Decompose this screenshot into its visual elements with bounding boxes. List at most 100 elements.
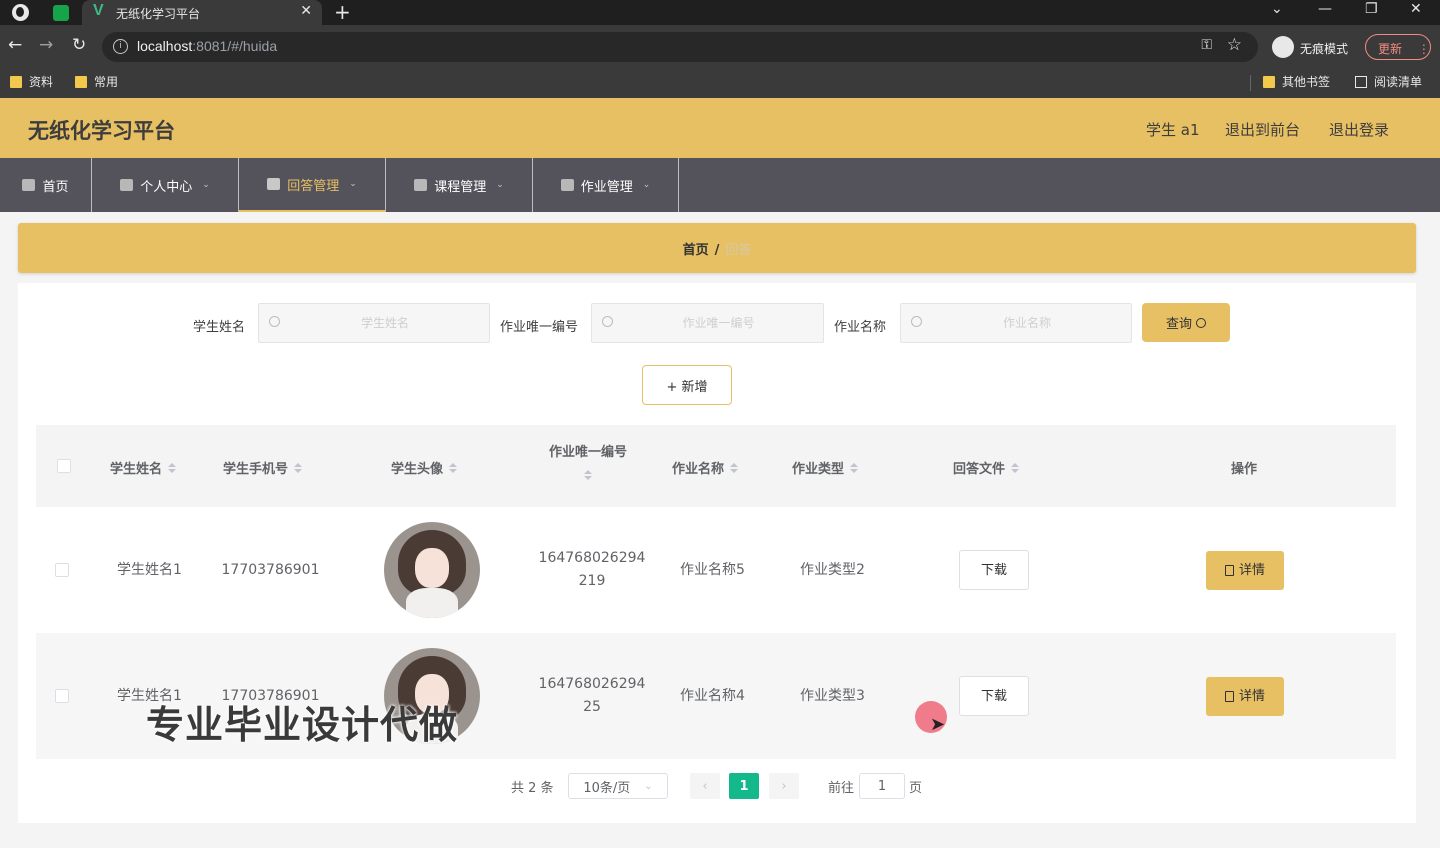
url-host: localhost — [137, 38, 193, 54]
select-all-checkbox[interactable] — [57, 459, 71, 473]
browser-tab-app[interactable] — [42, 3, 78, 25]
page-number-active[interactable]: 1 — [729, 773, 759, 799]
column-header[interactable]: 学生头像 — [391, 458, 458, 477]
column-header[interactable]: 作业类型 — [792, 458, 859, 477]
column-header[interactable]: 学生手机号 — [223, 458, 303, 477]
update-button[interactable]: 更新 ⋮ — [1365, 34, 1431, 60]
actions-cell: 详情 — [1094, 633, 1396, 759]
detail-label: 详情 — [1238, 688, 1265, 704]
breadcrumb-home[interactable]: 首页 — [683, 243, 709, 258]
menu-dots-icon[interactable]: ⋮ — [1418, 42, 1430, 56]
address-bar-row: ← → ↻ i localhost:8081/#/huida ⚿ ☆ 无痕模式 … — [0, 25, 1440, 69]
sort-icon[interactable] — [294, 462, 303, 473]
browser-tab-bar: V 无纸化学习平台 ✕ + ⌄ — ❐ ✕ — [0, 0, 1440, 25]
column-title: 学生姓名 — [110, 462, 163, 477]
other-bookmarks[interactable]: 其他书签 — [1263, 73, 1330, 90]
next-page-button[interactable]: › — [769, 773, 799, 799]
bookmark-item[interactable]: 常用 — [75, 73, 118, 90]
bookmark-item[interactable]: 资料 — [10, 73, 53, 90]
browser-tab-active[interactable]: V 无纸化学习平台 ✕ — [82, 0, 322, 25]
column-title: 学生手机号 — [223, 462, 289, 477]
reading-list-icon — [1355, 75, 1367, 88]
sort-icon[interactable] — [1011, 462, 1020, 473]
menu-item-home[interactable]: 首页 — [0, 158, 92, 212]
menu-item-homework-management[interactable]: 作业管理 ⌄ — [533, 158, 679, 212]
chevron-down-icon: ⌄ — [642, 180, 651, 190]
minimize-icon[interactable]: — — [1318, 1, 1332, 17]
sort-icon[interactable] — [168, 462, 177, 473]
homework-id-label: 作业唯一编号 — [500, 320, 579, 335]
breadcrumb-bar: 首页 / 回答 — [18, 223, 1416, 273]
menu-item-label: 回答管理 — [287, 178, 340, 194]
star-icon[interactable]: ☆ — [1227, 35, 1242, 55]
page-size-select[interactable]: 10条/页 ⌄ — [568, 773, 668, 799]
detail-button[interactable]: 详情 — [1206, 550, 1284, 590]
tab-title: 无纸化学习平台 — [116, 7, 201, 21]
search-icon — [602, 316, 613, 327]
add-button[interactable]: + 新增 — [642, 365, 732, 405]
key-icon[interactable]: ⚿ — [1201, 37, 1212, 53]
sort-icon[interactable] — [449, 462, 458, 473]
chevron-down-icon: ⌄ — [644, 780, 653, 792]
homework-id-cell: 164768026294 25 — [530, 633, 654, 759]
new-tab-icon[interactable]: + — [334, 0, 351, 24]
restore-icon[interactable]: ❐ — [1365, 1, 1378, 17]
prev-page-button[interactable]: ‹ — [690, 773, 720, 799]
chevron-down-icon[interactable]: ⌄ — [1271, 1, 1283, 17]
column-header[interactable]: 回答文件 — [953, 458, 1020, 477]
info-icon[interactable]: i — [113, 39, 128, 54]
reading-list[interactable]: 阅读清单 — [1355, 73, 1422, 90]
incognito-icon[interactable] — [1272, 36, 1294, 58]
chevron-down-icon: ⌄ — [349, 179, 357, 189]
url-field[interactable]: i localhost:8081/#/huida ⚿ ☆ — [102, 32, 1258, 62]
sort-icon[interactable] — [584, 470, 592, 480]
menu-item-personal-center[interactable]: 个人中心 ⌄ — [92, 158, 239, 212]
menu-item-label: 课程管理 — [434, 179, 487, 195]
homework-id-text: 164768026294 — [538, 550, 646, 566]
row-checkbox[interactable] — [55, 563, 69, 577]
document-icon — [1224, 564, 1234, 576]
close-window-icon[interactable]: ✕ — [1410, 1, 1422, 17]
student-name-input[interactable] — [285, 304, 485, 342]
breadcrumb: 首页 / 回答 — [18, 239, 1416, 258]
column-header[interactable]: 学生姓名 — [110, 458, 177, 477]
download-button[interactable]: 下载 — [959, 550, 1029, 590]
row-checkbox[interactable] — [55, 689, 69, 703]
answer-file-cell: 下载 — [894, 507, 1094, 633]
sort-icon[interactable] — [850, 462, 859, 473]
avatar — [383, 522, 480, 618]
sort-icon[interactable] — [730, 462, 739, 473]
forward-icon[interactable]: → — [39, 35, 53, 55]
menu-item-answer-management[interactable]: 回答管理 ⌄ — [239, 158, 386, 212]
exit-to-front-link[interactable]: 退出到前台 — [1225, 119, 1300, 140]
back-icon[interactable]: ← — [8, 35, 22, 55]
grid-icon — [414, 179, 428, 191]
reload-icon[interactable]: ↻ — [72, 35, 86, 55]
mouse-cursor-icon: ➤ — [930, 714, 946, 735]
avatar-cell — [333, 507, 530, 633]
homework-id-input[interactable] — [618, 304, 819, 342]
column-title: 作业名称 — [672, 462, 725, 477]
query-button[interactable]: 查询 — [1142, 303, 1230, 342]
column-header[interactable]: 作业唯一编号 — [549, 441, 627, 480]
globe-icon[interactable] — [12, 4, 29, 21]
homework-name-input[interactable] — [927, 304, 1127, 342]
close-tab-icon[interactable]: ✕ — [300, 3, 312, 19]
goto-page-input[interactable]: 1 — [859, 773, 905, 799]
breadcrumb-current: 回答 — [725, 243, 752, 258]
column-title: 作业唯一编号 — [549, 445, 628, 460]
column-header: 操作 — [1231, 458, 1257, 477]
homework-name-label: 作业名称 — [834, 320, 887, 335]
breadcrumb-separator: / — [714, 243, 720, 258]
table-row: 学生姓名1 17703786901 164768026294 219 作业名称5… — [36, 507, 1396, 633]
detail-button[interactable]: 详情 — [1206, 676, 1284, 716]
bookmark-divider — [1250, 75, 1251, 91]
homework-type-cell: 作业类型2 — [800, 561, 865, 578]
homework-id-field — [591, 303, 824, 343]
download-button[interactable]: 下载 — [959, 676, 1029, 716]
logout-link[interactable]: 退出登录 — [1329, 119, 1389, 140]
bookmark-label: 资料 — [29, 75, 54, 89]
table-header: 学生姓名 学生手机号 学生头像 作业唯一编号 作业名称 作业类型 回答文件 操作 — [36, 425, 1396, 507]
menu-item-course-management[interactable]: 课程管理 ⌄ — [386, 158, 533, 212]
column-header[interactable]: 作业名称 — [672, 458, 739, 477]
